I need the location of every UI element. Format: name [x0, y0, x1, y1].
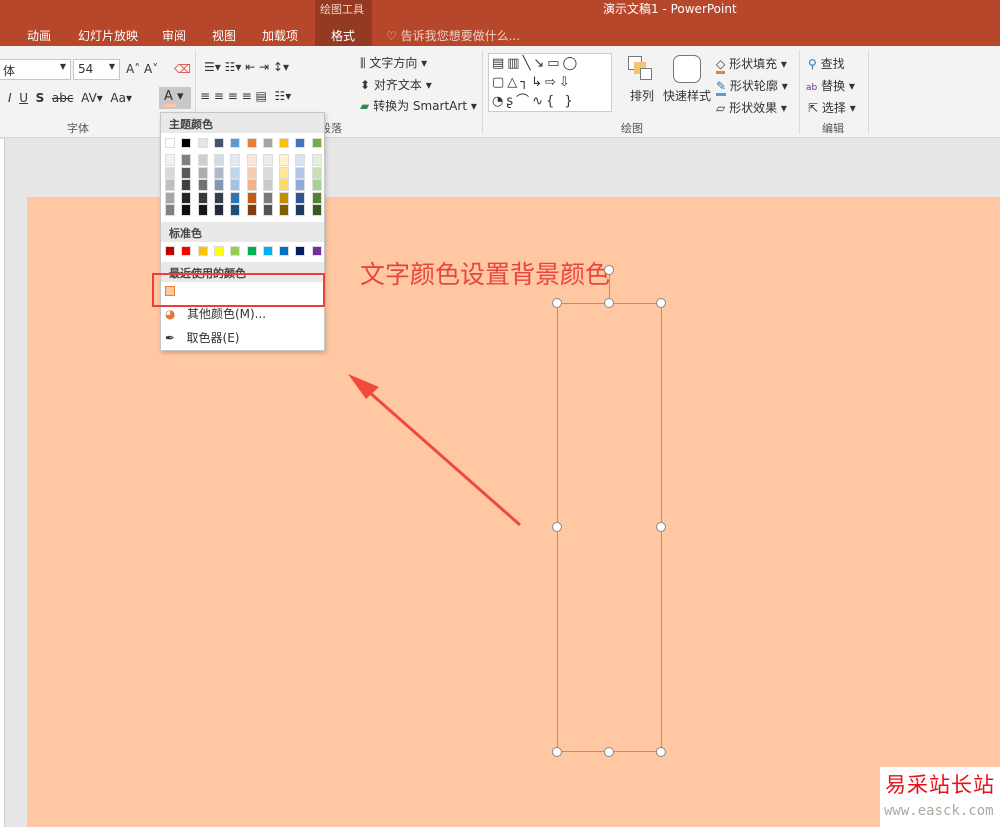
theme-shade-swatch[interactable] — [213, 191, 224, 204]
theme-shade-swatch[interactable] — [311, 154, 322, 166]
standard-color-swatch[interactable] — [230, 246, 241, 256]
theme-shade-swatch[interactable] — [262, 191, 273, 204]
theme-shade-swatch[interactable] — [246, 191, 257, 204]
theme-shade-swatch[interactable] — [279, 204, 290, 216]
theme-shade-swatch[interactable] — [230, 166, 241, 179]
theme-shade-swatch[interactable] — [165, 204, 175, 216]
theme-shade-swatch[interactable] — [262, 166, 273, 179]
theme-shade-swatch[interactable] — [295, 204, 306, 216]
theme-color-swatch[interactable] — [213, 138, 224, 148]
theme-shade-swatch[interactable] — [246, 154, 257, 166]
highlight-box — [152, 273, 325, 307]
eyedropper-item[interactable]: ✒ 取色器(E) — [165, 329, 239, 346]
theme-shade-swatch[interactable] — [230, 179, 241, 191]
watermark-brand: 易采站长站 — [885, 773, 995, 797]
theme-shade-swatch[interactable] — [311, 204, 322, 216]
theme-shade-swatch[interactable] — [213, 204, 224, 216]
watermark-url: www.easck.com — [884, 803, 994, 819]
theme-shade-swatch[interactable] — [246, 179, 257, 191]
theme-shade-swatch[interactable] — [295, 191, 306, 204]
standard-color-swatch[interactable] — [181, 246, 192, 256]
theme-color-swatch[interactable] — [279, 138, 290, 148]
theme-shade-swatch[interactable] — [279, 179, 290, 191]
theme-shade-swatch[interactable] — [295, 154, 306, 166]
theme-shade-swatch[interactable] — [197, 191, 208, 204]
theme-shade-swatch[interactable] — [181, 154, 192, 166]
theme-color-swatch[interactable] — [197, 138, 208, 148]
standard-color-swatch[interactable] — [262, 246, 273, 256]
standard-color-swatch[interactable] — [279, 246, 290, 256]
theme-shade-swatch[interactable] — [197, 204, 208, 216]
theme-shade-swatch[interactable] — [165, 166, 175, 179]
theme-color-swatch[interactable] — [262, 138, 273, 148]
theme-shade-swatch[interactable] — [262, 154, 273, 166]
theme-color-swatch[interactable] — [181, 138, 192, 148]
theme-shade-swatch[interactable] — [262, 204, 273, 216]
theme-shade-swatch[interactable] — [279, 166, 290, 179]
font-color-dropdown: 主题颜色 标准色 最近使用的颜色 ◕ 其他颜色(M)... ✒ 取色器(E) — [160, 112, 325, 351]
theme-shade-swatch[interactable] — [230, 204, 241, 216]
theme-shade-swatch[interactable] — [311, 166, 322, 179]
theme-shade-swatch[interactable] — [165, 154, 175, 166]
theme-shade-swatch[interactable] — [213, 154, 224, 166]
theme-color-swatch[interactable] — [165, 138, 175, 148]
theme-color-swatch[interactable] — [230, 138, 241, 148]
standard-color-swatch[interactable] — [197, 246, 208, 256]
theme-shade-swatch[interactable] — [197, 179, 208, 191]
theme-shade-swatch[interactable] — [181, 166, 192, 179]
theme-shade-swatch[interactable] — [279, 154, 290, 166]
theme-shade-swatch[interactable] — [311, 191, 322, 204]
standard-color-swatch[interactable] — [246, 246, 257, 256]
theme-color-swatch[interactable] — [246, 138, 257, 148]
more-colors-item[interactable]: ◕ 其他颜色(M)... — [165, 305, 266, 322]
theme-shade-swatch[interactable] — [295, 179, 306, 191]
theme-colors-heading: 主题颜色 — [161, 113, 324, 133]
theme-shade-swatch[interactable] — [181, 191, 192, 204]
standard-color-swatch[interactable] — [295, 246, 306, 256]
theme-shade-swatch[interactable] — [197, 154, 208, 166]
theme-shade-swatch[interactable] — [213, 166, 224, 179]
standard-color-swatch[interactable] — [165, 246, 175, 256]
theme-shade-swatch[interactable] — [197, 166, 208, 179]
theme-shade-swatch[interactable] — [181, 204, 192, 216]
theme-shade-swatch[interactable] — [246, 204, 257, 216]
theme-shade-swatch[interactable] — [246, 166, 257, 179]
theme-shade-swatch[interactable] — [230, 191, 241, 204]
theme-color-swatch[interactable] — [295, 138, 306, 148]
standard-colors-heading: 标准色 — [161, 222, 324, 242]
theme-color-swatch[interactable] — [311, 138, 322, 148]
standard-color-swatch[interactable] — [213, 246, 224, 256]
theme-shade-swatch[interactable] — [213, 179, 224, 191]
color-wheel-icon: ◕ — [165, 307, 176, 321]
theme-shade-swatch[interactable] — [279, 191, 290, 204]
red-arrow — [348, 374, 521, 527]
watermark-logo: 易采站长站 www.easck.com — [880, 767, 1000, 827]
theme-shade-swatch[interactable] — [311, 179, 322, 191]
theme-shade-swatch[interactable] — [181, 179, 192, 191]
theme-shade-swatch[interactable] — [262, 179, 273, 191]
standard-color-swatch[interactable] — [311, 246, 322, 256]
eyedropper-icon: ✒ — [165, 331, 176, 345]
theme-shade-swatch[interactable] — [165, 191, 175, 204]
theme-shade-swatch[interactable] — [295, 166, 306, 179]
theme-shade-swatch[interactable] — [230, 154, 241, 166]
theme-shade-swatch[interactable] — [165, 179, 175, 191]
